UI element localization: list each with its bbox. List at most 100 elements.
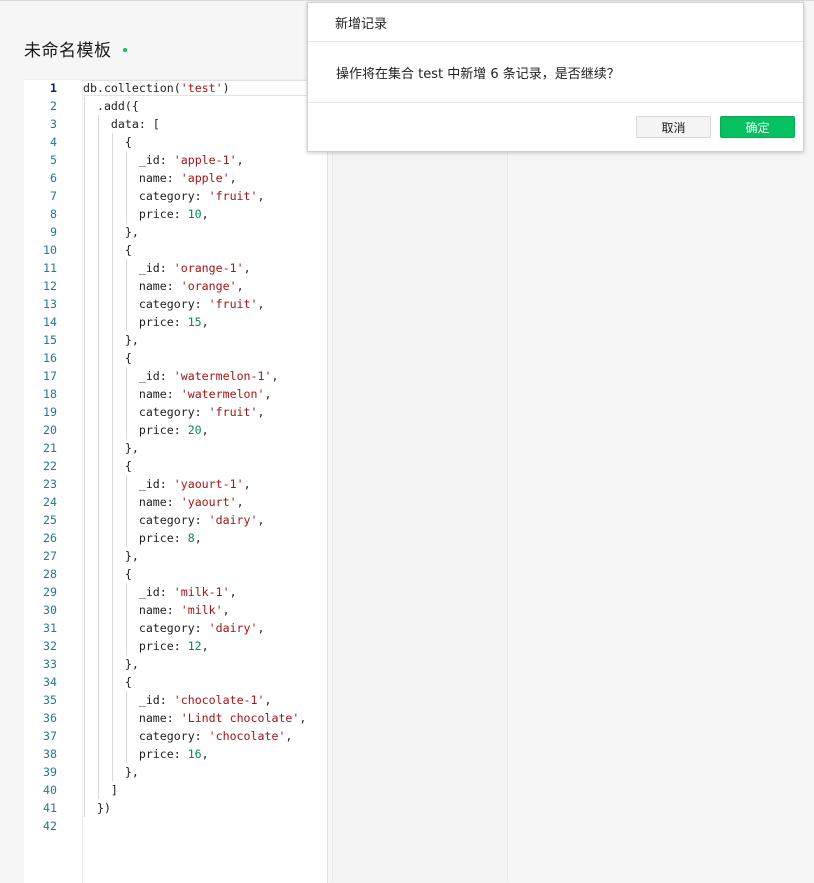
line-number: 13	[43, 297, 57, 311]
code-editor[interactable]: 1 db.collection('test') 2 .add({3 data: [4…	[24, 79, 328, 883]
line-number: 2	[50, 99, 57, 113]
code-line[interactable]: 30 name: 'milk',	[24, 601, 327, 619]
code-token: ,	[194, 531, 202, 545]
code-token: price:	[83, 315, 188, 329]
code-token: db.collection(	[83, 81, 181, 95]
code-line[interactable]: 4 {	[24, 133, 327, 151]
code-line[interactable]: 6 name: 'apple',	[24, 169, 327, 187]
code-line[interactable]: 24 name: 'yaourt',	[24, 493, 327, 511]
code-token: price:	[83, 207, 188, 221]
code-token: price:	[83, 639, 188, 653]
title-row: 未命名模板	[24, 34, 127, 62]
line-number: 3	[50, 117, 57, 131]
code-line[interactable]: 17 _id: 'watermelon-1',	[24, 367, 327, 385]
code-token: ,	[243, 261, 251, 275]
code-line[interactable]: 1 db.collection('test')	[24, 80, 327, 97]
code-token: ,	[201, 207, 209, 221]
number-token: 16	[187, 747, 202, 761]
code-line[interactable]: 19 category: 'fruit',	[24, 403, 327, 421]
code-text: _id: 'watermelon-1',	[83, 367, 279, 385]
code-line[interactable]: 22 {	[24, 457, 327, 475]
code-token: ,	[236, 495, 244, 509]
code-line[interactable]: 13 category: 'fruit',	[24, 295, 327, 313]
code-token: ,	[264, 693, 272, 707]
code-text: data: [	[83, 115, 160, 133]
confirm-button[interactable]: 确定	[720, 116, 795, 138]
code-line[interactable]: 3 data: [	[24, 115, 327, 133]
code-line[interactable]: 20 price: 20,	[24, 421, 327, 439]
code-token: price:	[83, 423, 188, 437]
code-line[interactable]: 15 },	[24, 331, 327, 349]
string-token: 'yaourt-1'	[173, 477, 244, 491]
code-line[interactable]: 16 {	[24, 349, 327, 367]
code-line[interactable]: 29 _id: 'milk-1',	[24, 583, 327, 601]
code-token: category:	[83, 189, 209, 203]
code-line[interactable]: 5 _id: 'apple-1',	[24, 151, 327, 169]
code-text: name: 'milk',	[83, 601, 230, 619]
code-token: ,	[236, 153, 244, 167]
code-line[interactable]: 10 {	[24, 241, 327, 259]
code-token: _id:	[83, 153, 174, 167]
code-line[interactable]: 42	[24, 817, 327, 835]
code-line[interactable]: 41 })	[24, 799, 327, 817]
code-line[interactable]: 35 _id: 'chocolate-1',	[24, 691, 327, 709]
dialog-message: 操作将在集合 test 中新增 6 条记录，是否继续？	[336, 66, 620, 82]
code-line[interactable]: 36 name: 'Lindt chocolate',	[24, 709, 327, 727]
line-number: 38	[43, 747, 57, 761]
code-lines[interactable]: 1 db.collection('test') 2 .add({3 data: [4…	[24, 80, 327, 835]
code-line[interactable]: 14 price: 15,	[24, 313, 327, 331]
line-number: 9	[50, 225, 57, 239]
code-line[interactable]: 8 price: 10,	[24, 205, 327, 223]
code-token: _id:	[83, 369, 174, 383]
code-text: },	[83, 223, 139, 241]
code-line[interactable]: 21 },	[24, 439, 327, 457]
code-line[interactable]: 32 price: 12,	[24, 637, 327, 655]
string-token: 'orange-1'	[173, 261, 244, 275]
code-line[interactable]: 31 category: 'dairy',	[24, 619, 327, 637]
code-line[interactable]: 40 ]	[24, 781, 327, 799]
line-number: 25	[43, 513, 57, 527]
line-number: 4	[50, 135, 57, 149]
code-line[interactable]: 38 price: 16,	[24, 745, 327, 763]
line-number: 28	[43, 567, 57, 581]
code-line[interactable]: 7 category: 'fruit',	[24, 187, 327, 205]
string-token: 'yaourt'	[180, 495, 237, 509]
code-line[interactable]: 37 category: 'chocolate',	[24, 727, 327, 745]
code-text: price: 15,	[83, 313, 209, 331]
code-line[interactable]: 26 price: 8,	[24, 529, 327, 547]
code-token: ,	[299, 711, 307, 725]
number-token: 10	[187, 207, 202, 221]
line-number: 40	[43, 783, 57, 797]
code-line[interactable]: 18 name: 'watermelon',	[24, 385, 327, 403]
code-line[interactable]: 12 name: 'orange',	[24, 277, 327, 295]
code-token: {	[83, 135, 132, 149]
code-line[interactable]: 34 {	[24, 673, 327, 691]
line-number: 5	[50, 153, 57, 167]
code-line[interactable]: 11 _id: 'orange-1',	[24, 259, 327, 277]
code-line[interactable]: 39 },	[24, 763, 327, 781]
cancel-button[interactable]: 取消	[636, 116, 711, 138]
code-line[interactable]: 2 .add({	[24, 97, 327, 115]
code-line[interactable]: 9 },	[24, 223, 327, 241]
code-token: },	[83, 441, 139, 455]
code-token: category:	[83, 405, 209, 419]
line-number: 31	[43, 621, 57, 635]
code-text: {	[83, 349, 132, 367]
code-line[interactable]: 27 },	[24, 547, 327, 565]
line-number: 14	[43, 315, 57, 329]
code-token: ,	[222, 603, 230, 617]
code-token: ,	[257, 513, 265, 527]
line-number: 6	[50, 171, 57, 185]
code-line[interactable]: 25 category: 'dairy',	[24, 511, 327, 529]
top-divider	[0, 0, 814, 1]
code-token: ,	[257, 189, 265, 203]
code-token: name:	[83, 603, 181, 617]
string-token: 'Lindt chocolate'	[180, 711, 300, 725]
code-line[interactable]: 23 _id: 'yaourt-1',	[24, 475, 327, 493]
line-number: 29	[43, 585, 57, 599]
line-number: 18	[43, 387, 57, 401]
code-line[interactable]: 33 },	[24, 655, 327, 673]
line-number: 33	[43, 657, 57, 671]
code-token: ,	[243, 477, 251, 491]
code-line[interactable]: 28 {	[24, 565, 327, 583]
